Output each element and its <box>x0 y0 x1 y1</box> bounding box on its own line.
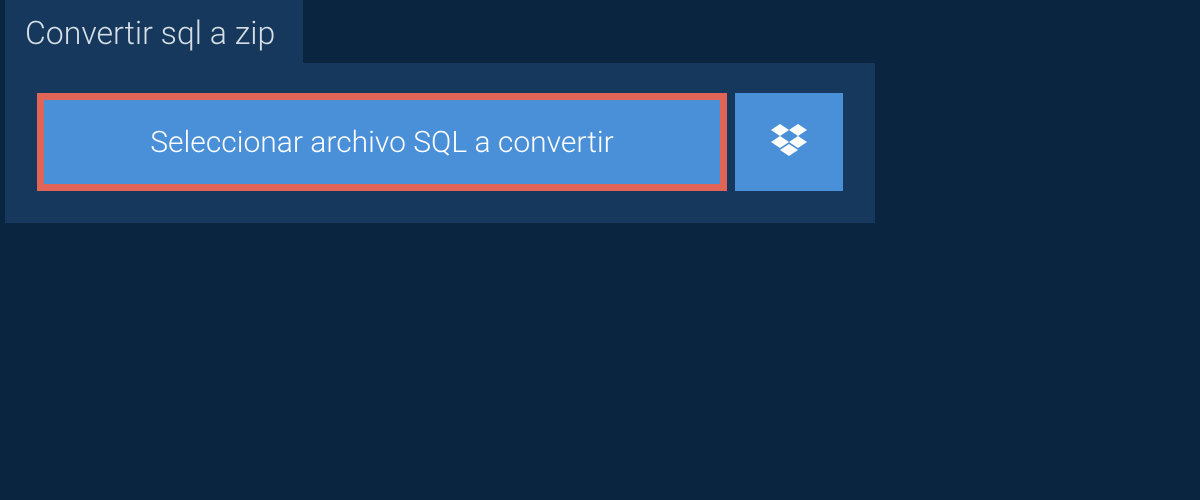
tab-title: Convertir sql a zip <box>5 0 303 66</box>
panel-body: Seleccionar archivo SQL a convertir <box>5 63 875 223</box>
select-file-button[interactable]: Seleccionar archivo SQL a convertir <box>37 93 727 191</box>
dropbox-button[interactable] <box>735 93 843 191</box>
dropbox-icon <box>771 124 807 160</box>
select-file-label: Seleccionar archivo SQL a convertir <box>150 125 613 160</box>
converter-panel: Convertir sql a zip Seleccionar archivo … <box>5 63 875 223</box>
